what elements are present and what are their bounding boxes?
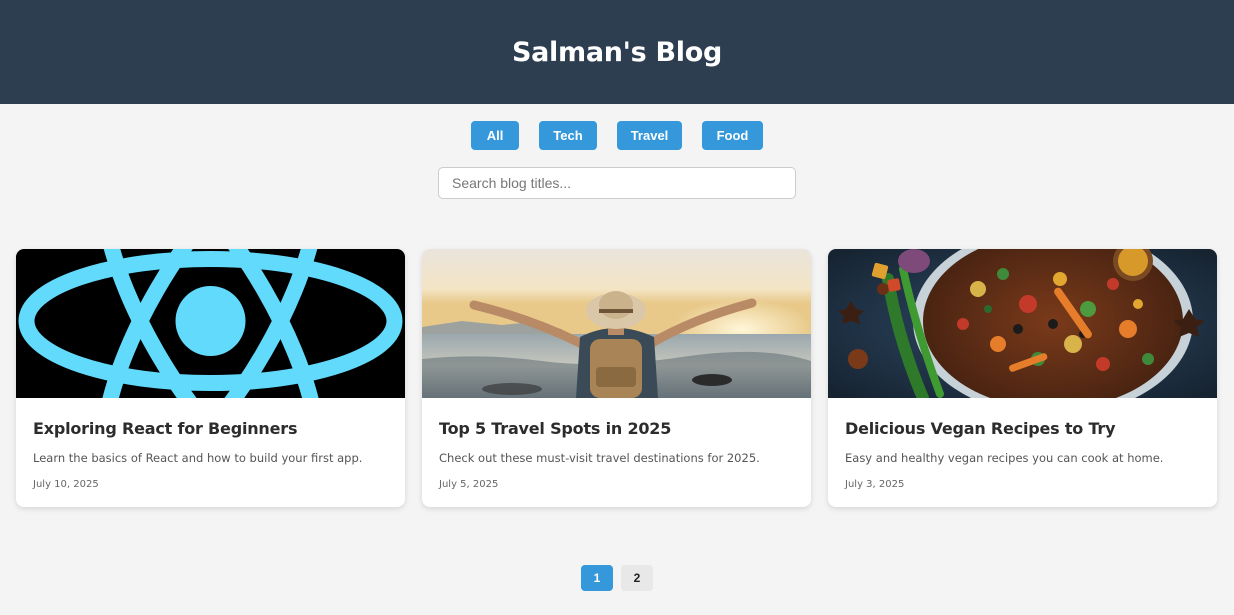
post-description: Check out these must-visit travel destin… [439, 451, 760, 465]
post-description: Learn the basics of React and how to bui… [33, 451, 363, 465]
blog-card[interactable]: Delicious Vegan Recipes to Try Easy and … [828, 249, 1217, 507]
filter-travel-button[interactable]: Travel [617, 121, 682, 150]
post-date: July 3, 2025 [845, 479, 905, 490]
react-logo-image [16, 249, 405, 398]
post-date: July 5, 2025 [439, 479, 499, 490]
post-date: July 10, 2025 [33, 479, 99, 490]
filter-all-button[interactable]: All [471, 121, 519, 150]
page-2-button[interactable]: 2 [621, 565, 653, 591]
blog-card[interactable]: Top 5 Travel Spots in 2025 Check out the… [422, 249, 811, 507]
post-title[interactable]: Top 5 Travel Spots in 2025 [439, 419, 794, 438]
post-title[interactable]: Delicious Vegan Recipes to Try [845, 419, 1200, 438]
site-title: Salman's Blog [511, 37, 723, 68]
page-1-button[interactable]: 1 [581, 565, 613, 591]
category-filters: All Tech Travel Food [0, 121, 1234, 150]
traveler-beach-image [422, 249, 811, 398]
filter-tech-button[interactable]: Tech [539, 121, 597, 150]
vegan-food-bowl-image [828, 249, 1217, 398]
post-title[interactable]: Exploring React for Beginners [33, 419, 388, 438]
post-description: Easy and healthy vegan recipes you can c… [845, 451, 1164, 465]
site-header: Salman's Blog [0, 0, 1234, 104]
blog-card[interactable]: Exploring React for Beginners Learn the … [16, 249, 405, 507]
search-input[interactable] [438, 167, 796, 199]
blog-post-grid: Exploring React for Beginners Learn the … [16, 249, 1218, 507]
pagination: 1 2 [0, 565, 1234, 591]
filter-food-button[interactable]: Food [702, 121, 763, 150]
